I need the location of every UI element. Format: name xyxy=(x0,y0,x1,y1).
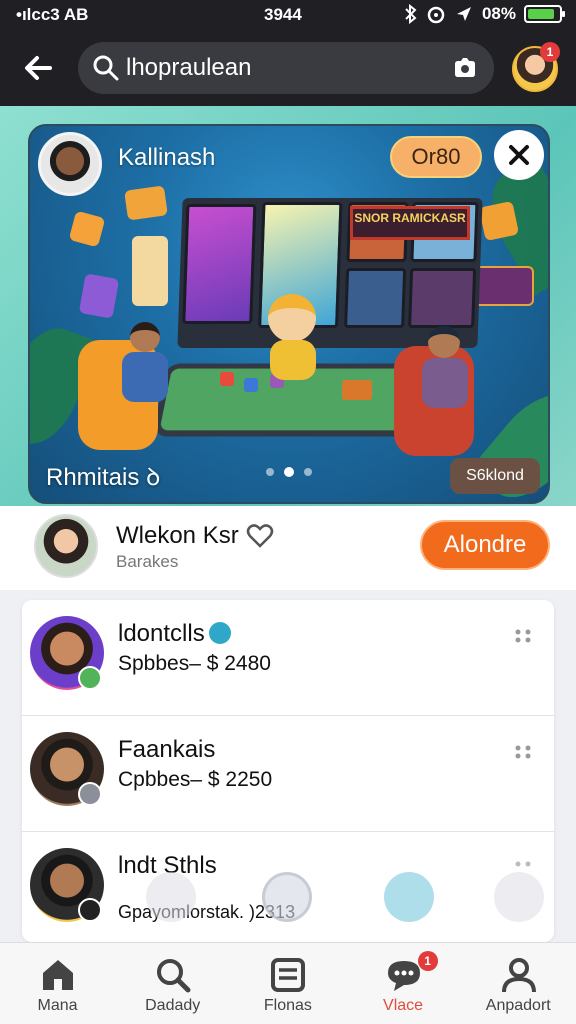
game-block xyxy=(342,380,372,400)
battery-icon xyxy=(524,5,565,23)
list-item[interactable]: ldontclls Spbbes– $ 2480 xyxy=(22,600,554,716)
list-item[interactable]: Faankais Cpbbes– $ 2250 xyxy=(22,716,554,832)
floating-card xyxy=(78,273,120,319)
item-title-text: ldontclls xyxy=(118,620,205,647)
floating-card xyxy=(478,200,520,242)
floating-card xyxy=(132,236,168,306)
location-icon xyxy=(456,7,471,21)
top-bar: •ıl​cc3 AB 3944 08% 1 xyxy=(0,0,576,106)
floating-card xyxy=(68,210,106,248)
more-icon[interactable] xyxy=(514,744,536,760)
clock: 3944 xyxy=(264,5,302,24)
status-badge xyxy=(78,782,102,806)
nav-label: Flonas xyxy=(263,997,312,1014)
search-bar[interactable] xyxy=(78,42,494,94)
camera-icon[interactable] xyxy=(452,56,478,80)
creator-avatar[interactable] xyxy=(34,514,98,578)
nav-label: Vlace xyxy=(383,997,424,1014)
bluetooth-icon xyxy=(405,4,417,24)
mascot-character xyxy=(268,294,316,342)
battery-percent: 08% xyxy=(481,4,516,23)
music-icon[interactable] xyxy=(494,872,544,922)
close-icon xyxy=(509,145,529,165)
game-block xyxy=(220,372,234,386)
online-badge xyxy=(78,666,102,690)
host-name: Kallinash xyxy=(118,144,216,171)
nav-profile[interactable]: Anpadort xyxy=(461,943,576,1024)
verified-icon xyxy=(208,622,231,644)
carousel-dot[interactable] xyxy=(284,467,294,477)
nav-label: Mana xyxy=(37,997,78,1014)
nav-label: Dadady xyxy=(145,997,201,1014)
item-price: Spbbes– $ 2480 xyxy=(118,652,271,675)
carousel-dot[interactable] xyxy=(304,468,312,476)
heart-icon[interactable] xyxy=(246,522,274,550)
battery-fill xyxy=(528,9,554,19)
host-avatar[interactable] xyxy=(38,132,102,196)
chat-badge: 1 xyxy=(417,951,438,971)
child-character xyxy=(422,358,468,408)
viewer-count-pill[interactable]: Or80 xyxy=(390,136,482,178)
carousel-dot[interactable] xyxy=(266,468,274,476)
mascot-character xyxy=(270,340,316,380)
banner-tag[interactable]: S6klond xyxy=(450,458,540,494)
banner-caption: Rhmitais ꝺ xyxy=(46,464,161,491)
search-icon xyxy=(93,55,119,81)
comment-icon[interactable] xyxy=(384,872,434,922)
nav-search[interactable]: Dadady xyxy=(115,943,230,1024)
video-screen xyxy=(344,268,407,328)
search-input[interactable] xyxy=(126,50,426,86)
bottom-nav: Mana Dadady Flonas 1 Vlace Anpadort xyxy=(0,942,576,1024)
floating-actions xyxy=(0,864,576,934)
list-icon xyxy=(271,958,306,992)
share-icon[interactable] xyxy=(262,872,312,922)
nav-chat[interactable]: 1 Vlace xyxy=(346,943,461,1024)
item-title: ldontclls xyxy=(118,620,231,648)
gift-icon[interactable] xyxy=(146,872,196,922)
status-icons: 08% xyxy=(404,4,565,24)
follow-button[interactable]: Alondre xyxy=(420,520,550,570)
item-price: Cpbbes– $ 2250 xyxy=(118,768,273,791)
screen-sign: SNOR RAMICKASR xyxy=(350,206,470,240)
back-arrow-icon[interactable] xyxy=(20,50,56,86)
creator-row: Wlekon Ksr Barakes Alondre xyxy=(0,506,576,590)
more-icon[interactable] xyxy=(514,628,536,644)
child-character xyxy=(428,326,460,358)
close-button[interactable] xyxy=(494,130,544,180)
creator-name: Wlekon Ksr xyxy=(116,522,239,549)
status-bar: •ıl​cc3 AB 3944 08% xyxy=(0,0,576,30)
live-banner[interactable]: SNOR RAMICKASR Kallinash Or80 Rhmitais ꝺ… xyxy=(28,124,550,504)
game-block xyxy=(244,378,258,392)
video-screen xyxy=(408,268,477,328)
creator-subtitle: Barakes xyxy=(116,552,179,571)
nav-list[interactable]: Flonas xyxy=(230,943,345,1024)
video-screen xyxy=(182,204,257,324)
child-character xyxy=(122,352,168,402)
floating-card xyxy=(124,185,168,221)
child-character xyxy=(130,322,160,352)
alarm-icon xyxy=(427,6,445,24)
item-title: Faankais xyxy=(118,736,216,763)
notification-badge: 1 xyxy=(540,42,560,62)
nav-label: Anpadort xyxy=(485,997,551,1014)
search-icon xyxy=(157,959,191,993)
nav-home[interactable]: Mana xyxy=(0,943,115,1024)
banner-section: SNOR RAMICKASR Kallinash Or80 Rhmitais ꝺ… xyxy=(0,106,576,506)
profile-icon xyxy=(501,958,536,993)
carrier-label: •ıl​cc3 AB xyxy=(16,5,89,24)
home-icon xyxy=(43,960,73,990)
carousel-dots[interactable] xyxy=(266,467,312,477)
